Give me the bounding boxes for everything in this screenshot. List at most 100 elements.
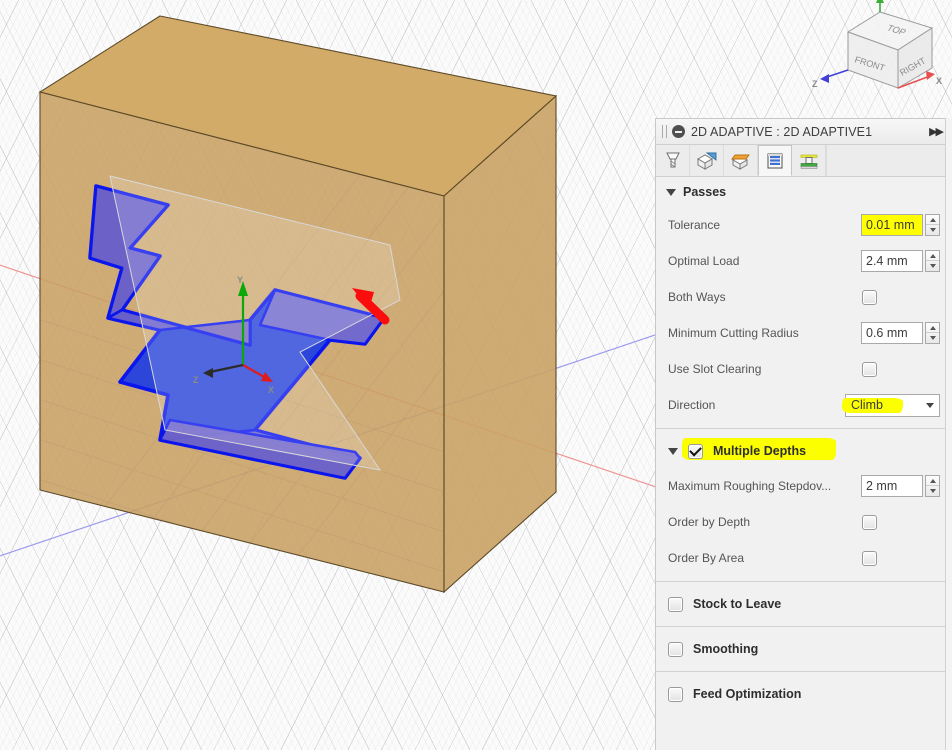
label-order-by-area: Order By Area — [668, 551, 745, 565]
checkbox-order-by-depth[interactable] — [862, 514, 877, 530]
maximum-roughing-stepdown-stepper[interactable] — [925, 475, 940, 497]
arrow-down-icon — [929, 336, 936, 340]
row-minimum-cutting-radius: Minimum Cutting Radius 0.6 mm — [656, 315, 952, 351]
section-title-stock-to-leave: Stock to Leave — [693, 597, 782, 611]
tolerance-value[interactable]: 0.01 mm — [861, 214, 923, 236]
tab-heights[interactable] — [724, 145, 758, 176]
tab-tool[interactable] — [656, 145, 690, 176]
section-header-stock-to-leave[interactable]: Stock to Leave — [656, 587, 952, 621]
section-divider — [656, 626, 952, 627]
row-optimal-load: Optimal Load 2.4 mm — [656, 243, 952, 279]
min-radius-stepper-up[interactable] — [926, 323, 939, 333]
arrow-down-icon — [929, 489, 936, 493]
axis-label-x: X — [268, 385, 274, 395]
axis-label-z: Z — [193, 375, 199, 385]
row-order-by-area: Order By Area — [656, 540, 952, 576]
stepdown-stepper-up[interactable] — [926, 476, 939, 486]
section-header-feed-optimization[interactable]: Feed Optimization — [656, 677, 952, 711]
section-title-passes: Passes — [683, 185, 727, 199]
checkbox-multiple-depths[interactable] — [688, 443, 703, 459]
section-title-feed-optimization: Feed Optimization — [693, 687, 802, 701]
panel-drag-grip[interactable] — [662, 125, 667, 138]
section-divider — [656, 581, 952, 582]
section-header-multiple-depths[interactable]: Multiple Depths — [656, 434, 952, 468]
row-both-ways: Both Ways — [656, 279, 952, 315]
caret-down-icon[interactable] — [666, 188, 676, 196]
arrow-up-icon — [929, 253, 936, 258]
viewcube-axis-label-z: Z — [812, 79, 818, 89]
label-direction: Direction — [668, 398, 716, 412]
tolerance-field[interactable]: 0.01 mm — [861, 214, 940, 236]
checkbox-smoothing[interactable] — [668, 641, 683, 657]
checkbox-feed-optimization[interactable] — [668, 686, 683, 702]
row-use-slot-clearing: Use Slot Clearing — [656, 351, 952, 387]
row-order-by-depth: Order by Depth — [656, 504, 952, 540]
optimal-load-stepper[interactable] — [925, 250, 940, 272]
view-cube: TOP FRONT RIGHT Z X — [812, 0, 942, 89]
checkbox-stock-to-leave[interactable] — [668, 596, 683, 612]
label-maximum-roughing-stepdown: Maximum Roughing Stepdov... — [668, 479, 832, 493]
operation-tabs — [656, 145, 952, 177]
row-tolerance: Tolerance 0.01 mm — [656, 207, 952, 243]
row-maximum-roughing-stepdown: Maximum Roughing Stepdov... 2 mm — [656, 468, 952, 504]
maximum-roughing-stepdown-value[interactable]: 2 mm — [861, 475, 923, 497]
green-linking-icon — [800, 154, 817, 169]
label-use-slot-clearing: Use Slot Clearing — [668, 362, 762, 376]
endmill-tool-icon — [665, 152, 680, 167]
stepdown-stepper-down[interactable] — [926, 486, 939, 496]
chevron-down-icon[interactable] — [926, 402, 934, 408]
optimal-load-stepper-up[interactable] — [926, 251, 939, 261]
maximum-roughing-stepdown-field[interactable]: 2 mm — [861, 475, 940, 497]
orange-cube-heights-icon — [730, 154, 750, 170]
panel-title: 2D ADAPTIVE : 2D ADAPTIVE1 — [691, 124, 873, 139]
panel-content: Passes Tolerance 0.01 mm Optimal Load 2.… — [656, 177, 952, 750]
label-optimal-load: Optimal Load — [668, 254, 740, 268]
minus-circle-icon[interactable] — [672, 125, 685, 138]
double-chevron-right-icon[interactable]: ▶▶ — [929, 125, 946, 138]
fusion-cam-window: Y X Z TOP FRONT RIGHT Z X 2D ADAPTIVE: … — [0, 0, 952, 750]
operation-parameter-panel: 2D ADAPTIVE : 2D ADAPTIVE1 ▶▶ Passes Tol… — [655, 118, 952, 750]
tab-geometry[interactable] — [690, 145, 724, 176]
section-header-passes[interactable]: Passes — [656, 177, 952, 207]
optimal-load-stepper-down[interactable] — [926, 261, 939, 271]
panel-title-bar[interactable]: 2D ADAPTIVE : 2D ADAPTIVE1 ▶▶ — [656, 119, 952, 145]
tolerance-stepper[interactable] — [925, 214, 940, 236]
min-radius-stepper-down[interactable] — [926, 333, 939, 343]
arrow-up-icon — [929, 217, 936, 222]
label-tolerance: Tolerance — [668, 218, 721, 232]
tabstrip-filler — [826, 145, 952, 176]
direction-value: Climb — [851, 398, 883, 412]
viewcube-axis-label-x: X — [936, 76, 942, 86]
caret-down-icon[interactable] — [668, 447, 678, 455]
tolerance-stepper-up[interactable] — [926, 215, 939, 225]
checkbox-use-slot-clearing[interactable] — [862, 361, 877, 377]
tab-passes[interactable] — [758, 145, 792, 176]
minimum-cutting-radius-field[interactable]: 0.6 mm — [861, 322, 940, 344]
checkbox-order-by-area[interactable] — [862, 550, 877, 566]
section-divider — [656, 671, 952, 672]
blue-cube-geometry-icon — [696, 152, 716, 170]
minimum-cutting-radius-stepper[interactable] — [925, 322, 940, 344]
minimum-cutting-radius-value[interactable]: 0.6 mm — [861, 322, 923, 344]
arrow-down-icon — [929, 228, 936, 232]
tolerance-stepper-down[interactable] — [926, 225, 939, 235]
passes-layers-icon — [767, 152, 783, 169]
checkbox-both-ways[interactable] — [862, 289, 877, 305]
row-direction: Direction Climb — [656, 387, 952, 423]
label-both-ways: Both Ways — [668, 290, 726, 304]
section-header-smoothing[interactable]: Smoothing — [656, 632, 952, 666]
arrow-up-icon — [929, 325, 936, 330]
axis-label-y: Y — [237, 275, 243, 285]
direction-dropdown[interactable]: Climb — [842, 393, 940, 417]
section-divider — [656, 428, 952, 429]
section-title-smoothing: Smoothing — [693, 642, 759, 656]
section-title-multiple-depths: Multiple Depths — [713, 444, 807, 458]
label-minimum-cutting-radius: Minimum Cutting Radius — [668, 326, 799, 340]
panel-scrollbar[interactable] — [945, 118, 952, 750]
tab-linking[interactable] — [792, 145, 826, 176]
optimal-load-field[interactable]: 2.4 mm — [861, 250, 940, 272]
optimal-load-value[interactable]: 2.4 mm — [861, 250, 923, 272]
arrow-up-icon — [929, 478, 936, 483]
label-order-by-depth: Order by Depth — [668, 515, 751, 529]
arrow-down-icon — [929, 264, 936, 268]
